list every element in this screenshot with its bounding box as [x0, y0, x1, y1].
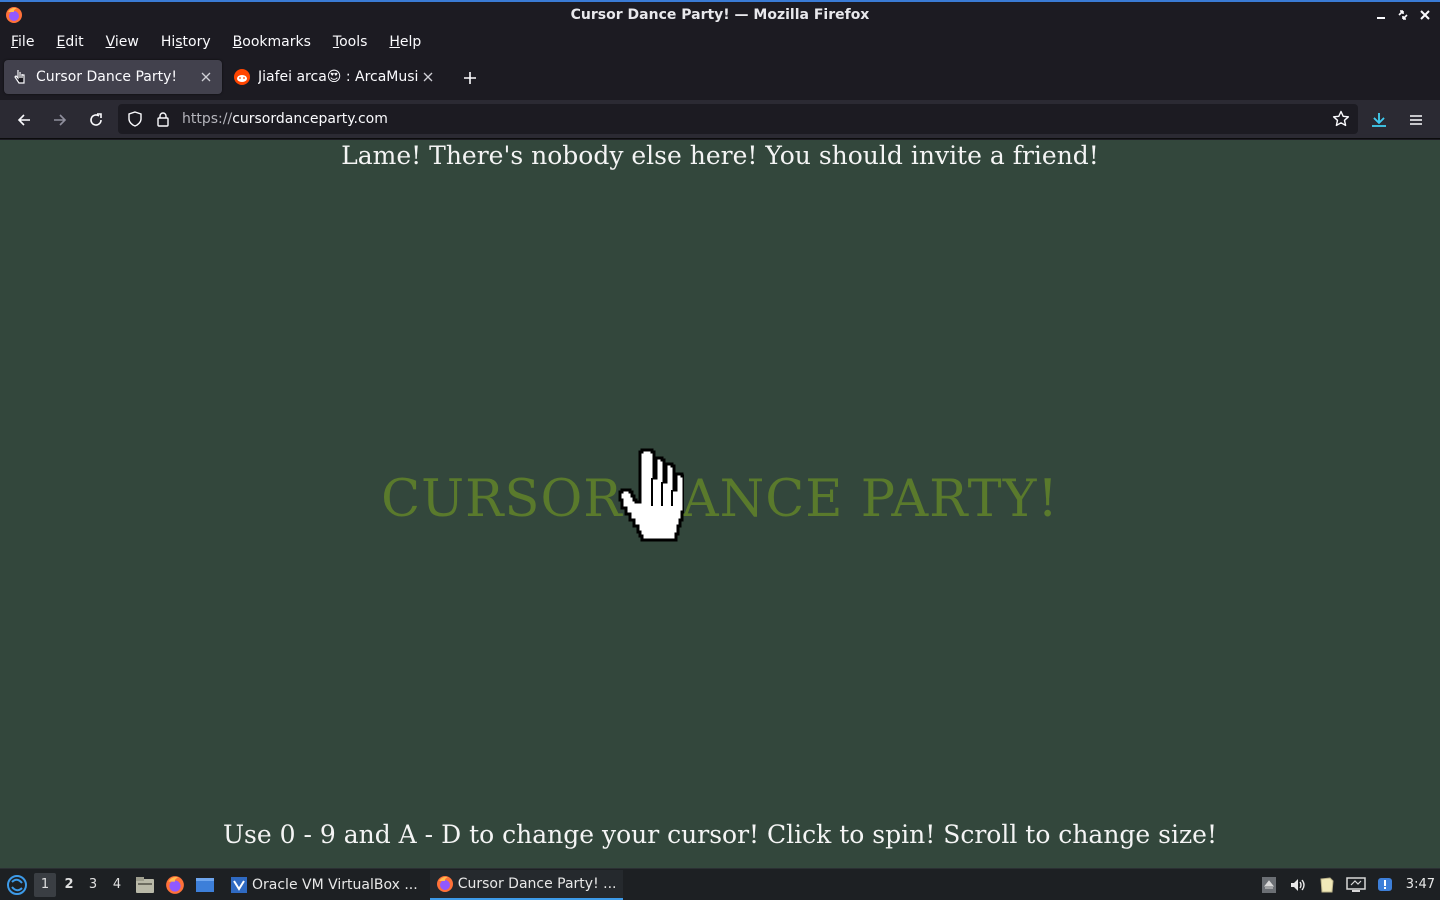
plus-icon — [464, 72, 476, 84]
url-text[interactable]: https://cursordanceparty.com — [182, 111, 388, 127]
task-firefox[interactable]: Cursor Dance Party! ... — [429, 869, 623, 900]
task-label: Cursor Dance Party! ... — [457, 875, 617, 892]
reddit-icon — [234, 69, 250, 85]
menu-tools-label: ools — [339, 33, 368, 50]
tab-close-button[interactable] — [418, 67, 438, 87]
menu-view-accel: V — [105, 33, 115, 50]
page-content[interactable]: Lame! There's nobody else here! You shou… — [0, 140, 1440, 868]
menu-edit-accel: E — [56, 33, 66, 50]
minimize-icon — [1377, 17, 1385, 19]
maximize-button[interactable] — [1394, 5, 1412, 25]
tab-arcamusic[interactable]: Jiafei arca😍 : ArcaMusic — [226, 60, 444, 94]
eject-icon — [1261, 876, 1276, 893]
forward-button[interactable] — [46, 106, 74, 134]
invite-message: Lame! There's nobody else here! You shou… — [341, 141, 1099, 170]
tray-network-button[interactable] — [1346, 875, 1366, 895]
arrow-right-icon — [54, 114, 67, 126]
tab-label: Cursor Dance Party! — [36, 69, 177, 85]
restore-icon — [1398, 10, 1408, 20]
minimize-button[interactable] — [1372, 5, 1390, 25]
menu-history-label: tory — [182, 33, 211, 50]
menu-help-label: elp — [399, 33, 422, 50]
menu-edit-label: dit — [65, 33, 84, 50]
workspace-4[interactable]: 4 — [106, 873, 128, 897]
tab-cursor-dance-party[interactable]: Cursor Dance Party! — [4, 60, 222, 94]
url-host: cursordanceparty.com — [232, 111, 388, 127]
task-label: Oracle VM VirtualBox ... — [252, 876, 418, 893]
clock[interactable]: 3:47 — [1406, 877, 1435, 892]
desktop-icon — [196, 877, 214, 892]
close-icon — [1420, 10, 1430, 20]
page-title: CURSOR DANCE PARTY! — [381, 470, 1059, 529]
pointer-cursor-icon — [12, 69, 28, 85]
workspace-2[interactable]: 2 — [58, 873, 80, 897]
folder-icon — [136, 876, 154, 893]
menu-file[interactable]: File — [11, 34, 34, 50]
menu-history[interactable]: History — [161, 34, 211, 50]
close-icon — [201, 72, 211, 82]
menu-view[interactable]: View — [106, 34, 139, 50]
tray-update-button[interactable] — [1375, 875, 1395, 895]
reload-icon — [90, 113, 102, 126]
close-window-button[interactable] — [1416, 5, 1434, 25]
taskbar: 1 2 3 4 Oracle VM VirtualBox ... Cursor … — [0, 868, 1440, 900]
navigation-toolbar: https://cursordanceparty.com — [0, 100, 1440, 139]
star-icon[interactable] — [1332, 110, 1350, 128]
close-icon — [423, 72, 433, 82]
url-protocol: https:// — [182, 111, 233, 127]
tray-volume-button[interactable] — [1288, 875, 1308, 895]
menu-bookmarks-label: ookmarks — [242, 33, 311, 50]
menu-edit[interactable]: Edit — [56, 34, 83, 50]
menu-help-accel: H — [389, 33, 400, 50]
show-desktop-launcher[interactable] — [192, 872, 218, 898]
hamburger-menu-icon — [1410, 115, 1422, 125]
app-menu-button[interactable] — [1402, 106, 1430, 134]
tray-clipboard-button[interactable] — [1317, 875, 1337, 895]
firefox-launcher[interactable] — [162, 872, 188, 898]
url-bar[interactable]: https://cursordanceparty.com — [118, 104, 1358, 134]
firefox-icon — [436, 875, 453, 892]
download-icon — [1372, 113, 1386, 127]
menu-view-label: iew — [114, 33, 139, 50]
menu-bookmarks[interactable]: Bookmarks — [233, 34, 311, 50]
window-titlebar: Cursor Dance Party! — Mozilla Firefox — [0, 0, 1440, 29]
distro-logo-icon — [7, 874, 27, 895]
hand-cursor-icon — [618, 448, 684, 542]
file-manager-launcher[interactable] — [132, 872, 158, 898]
firefox-icon — [166, 875, 184, 894]
task-virtualbox[interactable]: Oracle VM VirtualBox ... — [224, 870, 424, 900]
menu-file-accel: F — [11, 33, 19, 50]
system-tray: 3:47 — [1259, 869, 1440, 900]
reload-button[interactable] — [82, 106, 110, 134]
network-icon — [1346, 876, 1366, 892]
menubar: File Edit View History Bookmarks Tools H… — [0, 29, 1440, 54]
window-title: Cursor Dance Party! — Mozilla Firefox — [570, 7, 870, 23]
workspace-3[interactable]: 3 — [82, 873, 104, 897]
menu-tools[interactable]: Tools — [333, 34, 368, 50]
tab-label: Jiafei arca😍 : ArcaMusic — [258, 69, 418, 85]
clipboard-icon — [1320, 876, 1334, 892]
menu-file-label: ile — [18, 33, 35, 50]
new-tab-button[interactable] — [458, 66, 482, 90]
workspace-1[interactable]: 1 — [34, 872, 56, 897]
virtualbox-icon — [231, 876, 247, 893]
tab-strip: Cursor Dance Party! Jiafei arca😍 : ArcaM… — [0, 54, 1440, 100]
shield-icon[interactable] — [127, 111, 143, 127]
downloads-button[interactable] — [1365, 106, 1393, 134]
menu-history-pre: Hi — [160, 33, 176, 50]
lock-icon[interactable] — [155, 111, 171, 127]
volume-icon — [1290, 878, 1305, 891]
instructions-message: Use 0 - 9 and A - D to change your curso… — [222, 820, 1218, 849]
back-button[interactable] — [10, 106, 38, 134]
arrow-left-icon — [17, 114, 30, 126]
tab-close-button[interactable] — [196, 67, 216, 87]
start-menu-button[interactable] — [2, 870, 32, 900]
menu-history-accel: s — [175, 33, 183, 50]
tray-eject-button[interactable] — [1259, 875, 1279, 895]
update-notification-icon — [1377, 877, 1392, 891]
menu-help[interactable]: Help — [389, 34, 421, 50]
menu-bookmarks-accel: B — [232, 33, 243, 50]
